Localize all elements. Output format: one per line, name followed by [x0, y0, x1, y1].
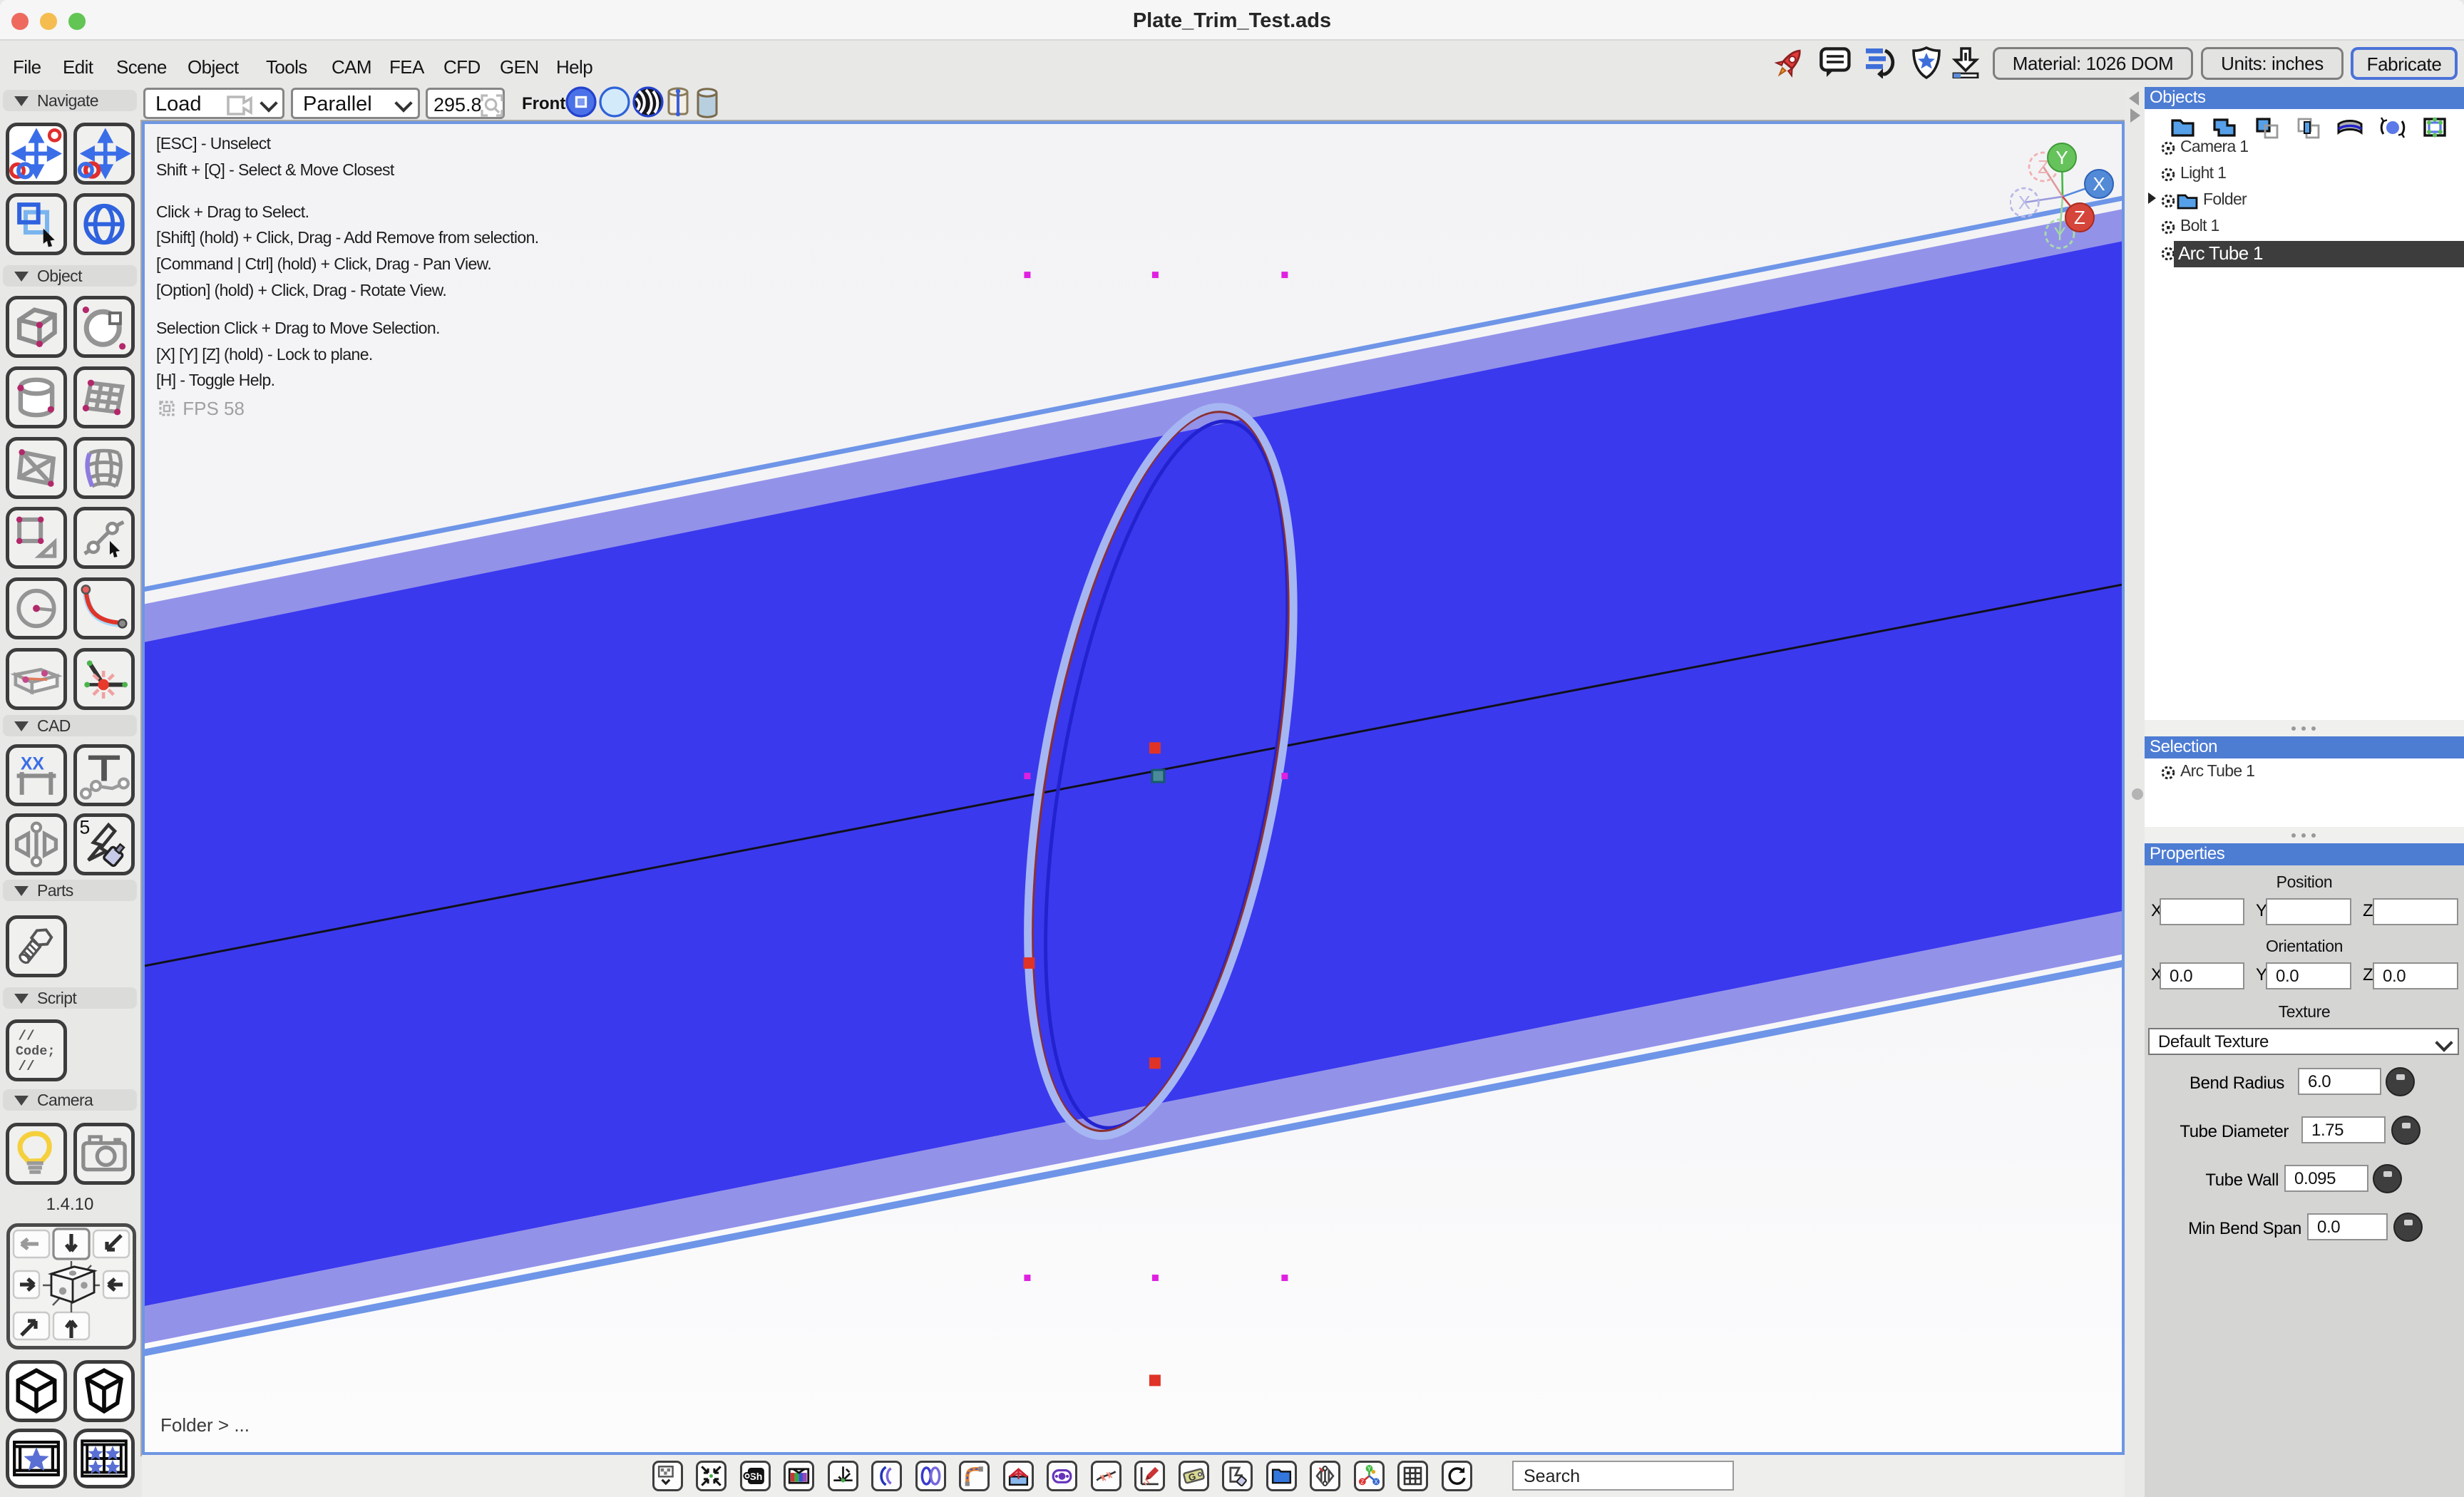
svg-text://: //: [18, 1059, 34, 1074]
svg-text:Y: Y: [2055, 147, 2068, 168]
svg-text:X: X: [2093, 173, 2105, 195]
svg-text:X: X: [2018, 192, 2031, 213]
svg-text:Z: Z: [1360, 1479, 1364, 1486]
svg-text:5: 5: [80, 817, 91, 838]
svg-text:Y: Y: [1367, 1466, 1371, 1472]
svg-text://: //: [18, 1028, 34, 1044]
svg-text:X: X: [1374, 1479, 1378, 1486]
svg-text:Z: Z: [2074, 207, 2085, 228]
svg-text:XX: XX: [21, 755, 44, 774]
svg-text:Sh: Sh: [749, 1471, 762, 1482]
svg-text:Code;: Code;: [16, 1044, 56, 1059]
svg-text:Y: Y: [2053, 223, 2065, 245]
